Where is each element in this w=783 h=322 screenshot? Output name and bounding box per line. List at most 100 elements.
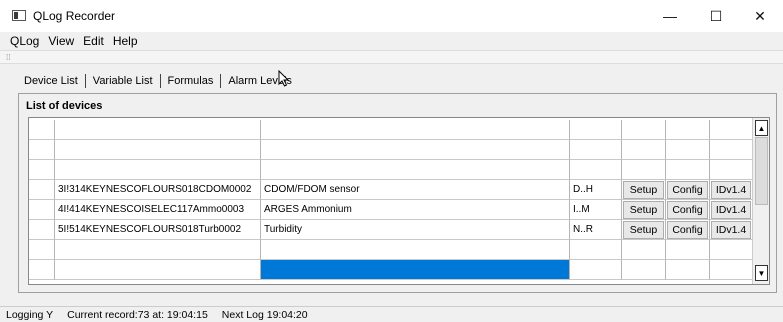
- row-header-cell[interactable]: [29, 140, 55, 160]
- menu-edit[interactable]: Edit: [83, 34, 104, 48]
- config-cell[interactable]: [666, 240, 710, 260]
- device-range-cell[interactable]: [570, 240, 622, 260]
- tab-formulas[interactable]: Formulas: [161, 75, 221, 87]
- setup-cell[interactable]: Setup: [622, 180, 666, 200]
- version-cell[interactable]: [710, 260, 753, 280]
- setup-cell[interactable]: Setup: [622, 200, 666, 220]
- status-bar: Logging Y Current record:73 at: 19:04:15…: [0, 306, 783, 322]
- setup-cell[interactable]: [622, 140, 666, 160]
- row-header-cell[interactable]: [29, 180, 55, 200]
- table-row[interactable]: [29, 260, 753, 280]
- device-id-cell[interactable]: 5I!514KEYNESCOFLOURS018Turb0002: [55, 220, 261, 240]
- version-button[interactable]: IDv1.4: [711, 201, 751, 219]
- device-name-cell[interactable]: ARGES Ammonium: [261, 200, 570, 220]
- scroll-thumb[interactable]: [755, 137, 768, 205]
- device-id-cell[interactable]: [55, 240, 261, 260]
- config-button[interactable]: Config: [667, 201, 708, 219]
- row-header-cell[interactable]: [29, 260, 55, 280]
- menu-view[interactable]: View: [48, 34, 74, 48]
- device-range-cell[interactable]: D..H: [570, 180, 622, 200]
- device-grid[interactable]: 5I!514KEYNESCOFLOURS018Turb0002 Turbidity…: [28, 117, 770, 285]
- row-header-cell[interactable]: [29, 120, 55, 140]
- tab-variable-list[interactable]: Variable List: [86, 75, 160, 87]
- config-cell[interactable]: [666, 120, 710, 140]
- device-name-cell[interactable]: [261, 240, 570, 260]
- device-name-cell[interactable]: Turbidity: [261, 220, 570, 240]
- setup-cell[interactable]: [622, 160, 666, 180]
- setup-button[interactable]: Setup: [623, 201, 664, 219]
- tab-device-list[interactable]: Device List: [17, 75, 85, 87]
- device-range-cell[interactable]: [570, 140, 622, 160]
- scroll-down-icon[interactable]: ▼: [755, 265, 768, 281]
- table-row[interactable]: [29, 240, 753, 260]
- setup-cell[interactable]: Setup: [622, 220, 666, 240]
- config-cell[interactable]: [666, 140, 710, 160]
- version-cell[interactable]: [710, 160, 753, 180]
- version-cell[interactable]: [710, 240, 753, 260]
- row-header-cell[interactable]: [29, 200, 55, 220]
- table-row[interactable]: [29, 140, 753, 160]
- toolbar: ⁞⁞: [0, 50, 783, 64]
- device-id-cell[interactable]: 4I!414KEYNESCOISELEC117Ammo0003: [55, 200, 261, 220]
- setup-cell[interactable]: [622, 260, 666, 280]
- table-row[interactable]: [29, 120, 753, 140]
- next-log-status: Next Log 19:04:20: [221, 308, 308, 321]
- config-button[interactable]: Config: [667, 221, 708, 239]
- window-title: QLog Recorder: [33, 9, 116, 23]
- device-id-cell[interactable]: 3I!314KEYNESCOFLOURS018CDOM0002: [55, 180, 261, 200]
- version-cell[interactable]: IDv1.4: [710, 200, 753, 220]
- device-range-cell[interactable]: [570, 260, 622, 280]
- setup-button[interactable]: Setup: [623, 221, 664, 239]
- app-icon: [12, 10, 26, 21]
- minimize-button[interactable]: —: [647, 0, 693, 32]
- device-id-cell[interactable]: [55, 120, 261, 140]
- config-cell[interactable]: Config: [666, 180, 710, 200]
- panel-title: List of devices: [26, 100, 103, 112]
- table-row[interactable]: 4I!414KEYNESCOISELEC117Ammo0003 ARGES Amm…: [29, 200, 753, 220]
- row-header-cell[interactable]: [29, 240, 55, 260]
- device-id-cell[interactable]: [55, 140, 261, 160]
- table-row[interactable]: [29, 160, 753, 180]
- device-range-cell[interactable]: [570, 160, 622, 180]
- table-row[interactable]: 3I!314KEYNESCOFLOURS018CDOM0002 CDOM/FDOM…: [29, 180, 753, 200]
- version-cell[interactable]: [710, 140, 753, 160]
- device-range-cell[interactable]: [570, 120, 622, 140]
- version-cell[interactable]: IDv1.4: [710, 180, 753, 200]
- version-cell[interactable]: IDv1.4: [710, 220, 753, 240]
- config-cell[interactable]: Config: [666, 200, 710, 220]
- device-name-cell[interactable]: [261, 160, 570, 180]
- device-name-cell[interactable]: CDOM/FDOM sensor: [261, 180, 570, 200]
- setup-cell[interactable]: [622, 240, 666, 260]
- device-range-cell[interactable]: I..M: [570, 200, 622, 220]
- version-button[interactable]: IDv1.4: [711, 221, 751, 239]
- version-button[interactable]: IDv1.4: [711, 181, 751, 199]
- device-name-cell[interactable]: [261, 120, 570, 140]
- table-row[interactable]: 5I!514KEYNESCOFLOURS018Turb0002 Turbidity…: [29, 220, 753, 240]
- maximize-button[interactable]: ☐: [693, 0, 739, 32]
- current-record-status: Current record:73 at: 19:04:15: [67, 308, 208, 321]
- title-bar: QLog Recorder — ☐ ✕: [0, 0, 783, 32]
- device-id-cell[interactable]: [55, 160, 261, 180]
- menu-qlog[interactable]: QLog: [10, 34, 39, 48]
- config-button[interactable]: Config: [667, 181, 708, 199]
- setup-cell[interactable]: [622, 120, 666, 140]
- config-cell[interactable]: Config: [666, 220, 710, 240]
- tab-strip: Device List Variable List Formulas Alarm…: [17, 72, 299, 90]
- close-button[interactable]: ✕: [737, 0, 783, 32]
- row-header-cell[interactable]: [29, 220, 55, 240]
- device-range-cell[interactable]: N..R: [570, 220, 622, 240]
- scroll-up-icon[interactable]: ▲: [755, 120, 768, 136]
- version-cell[interactable]: [710, 120, 753, 140]
- setup-button[interactable]: Setup: [623, 181, 664, 199]
- config-cell[interactable]: [666, 260, 710, 280]
- toolbar-grip-icon[interactable]: ⁞⁞: [6, 53, 10, 62]
- vertical-scrollbar[interactable]: ▲ ▼: [752, 118, 769, 284]
- device-list-panel: List of devices 5I!514KEYNESCOFLOURS018T…: [18, 93, 777, 293]
- row-header-cell[interactable]: [29, 160, 55, 180]
- device-id-cell[interactable]: [55, 260, 261, 280]
- device-name-cell[interactable]: [261, 140, 570, 160]
- config-cell[interactable]: [666, 160, 710, 180]
- mouse-cursor-icon: [278, 70, 290, 87]
- device-name-cell[interactable]: [261, 260, 570, 280]
- menu-help[interactable]: Help: [113, 34, 138, 48]
